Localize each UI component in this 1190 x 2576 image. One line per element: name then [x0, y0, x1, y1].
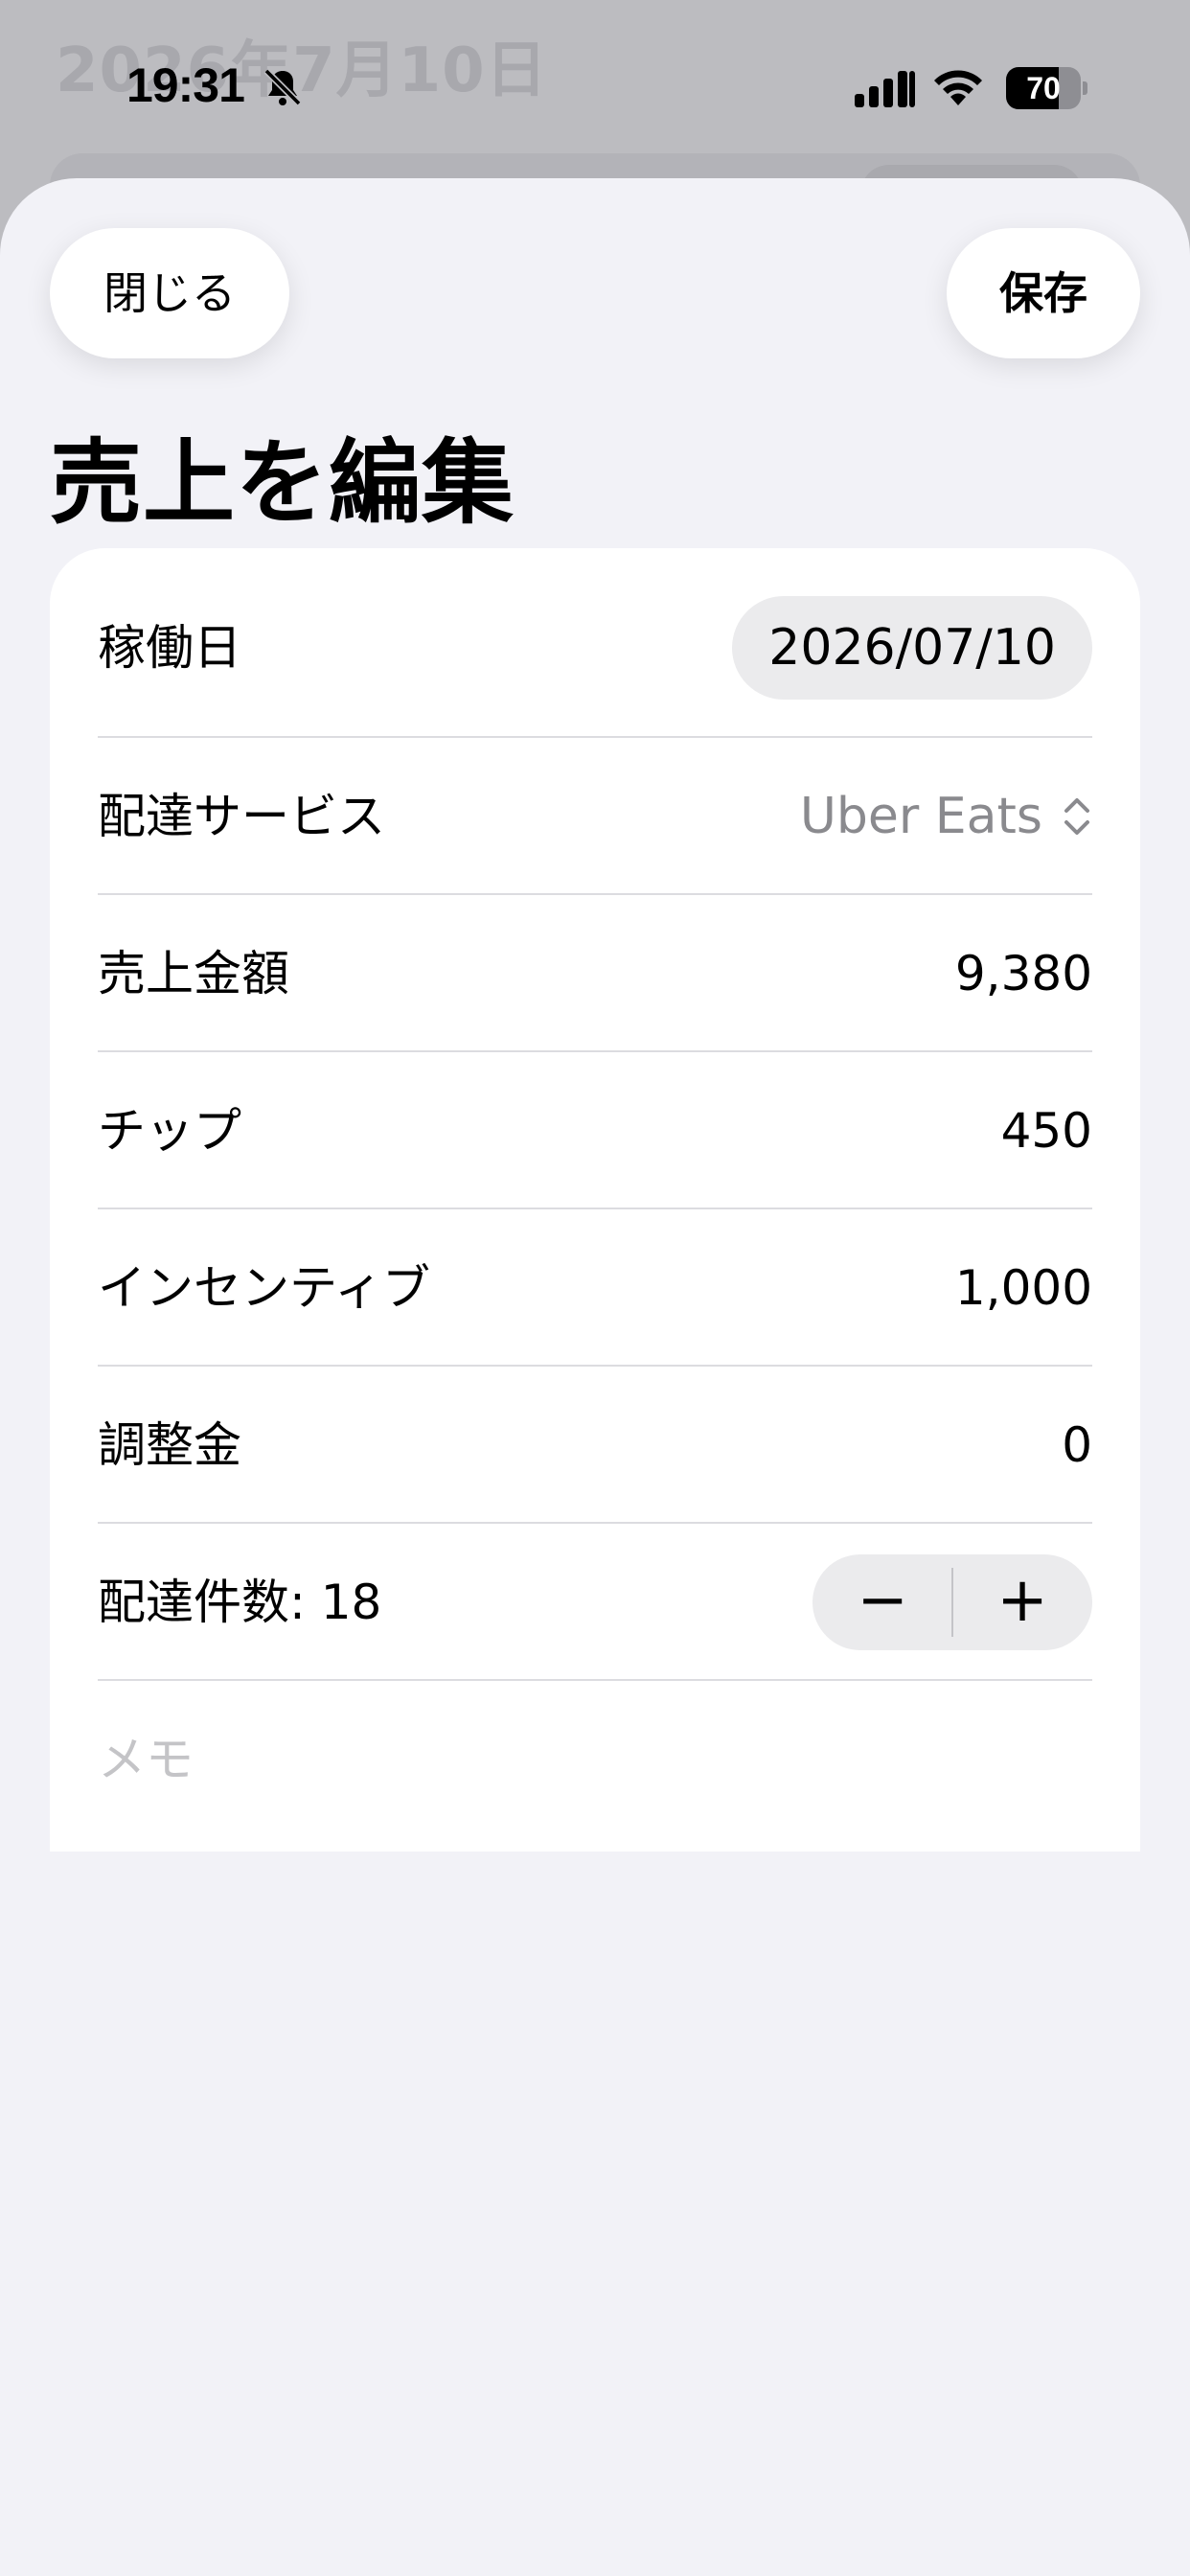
sales-amount-label: 売上金額 — [98, 946, 289, 1001]
decrement-button[interactable]: − — [812, 1554, 952, 1650]
edit-sales-sheet: 閉じる 保存 売上を編集 稼働日 2026/07/10 配達サービス Uber … — [0, 178, 1190, 2576]
bell-slash-icon — [263, 68, 302, 106]
delivery-count-stepper[interactable]: − + — [812, 1554, 1092, 1650]
sales-amount-field[interactable]: 9,380 — [955, 895, 1092, 1052]
service-label: 配達サービス — [98, 789, 385, 844]
tip-field[interactable]: 450 — [1001, 1052, 1092, 1209]
adjustment-field[interactable]: 0 — [1062, 1367, 1092, 1524]
tip-row: チップ 450 — [98, 1052, 1092, 1209]
status-time: 19:31 — [126, 58, 245, 112]
chevron-up-down-icon — [1064, 798, 1089, 835]
close-button[interactable]: 閉じる — [50, 228, 289, 358]
battery-icon: 70 — [1006, 67, 1088, 109]
adjustment-label: 調整金 — [98, 1417, 241, 1473]
incentive-row: インセンティブ 1,000 — [98, 1209, 1092, 1367]
date-label: 稼働日 — [98, 620, 241, 676]
sheet-title: 売上を編集 — [50, 429, 515, 537]
memo-field[interactable]: メモ — [98, 1681, 1092, 1838]
date-picker-button[interactable]: 2026/07/10 — [732, 596, 1092, 700]
service-row[interactable]: 配達サービス Uber Eats — [98, 738, 1092, 895]
delivery-count-row: 配達件数: 18 − + — [98, 1524, 1092, 1681]
increment-button[interactable]: + — [952, 1554, 1092, 1650]
battery-percentage: 70 — [1026, 71, 1061, 105]
wifi-icon — [934, 70, 982, 105]
sales-amount-row: 売上金額 9,380 — [98, 895, 1092, 1052]
tip-label: チップ — [98, 1103, 241, 1159]
date-row: 稼働日 2026/07/10 — [98, 558, 1092, 738]
adjustment-row: 調整金 0 — [98, 1367, 1092, 1524]
service-picker-value[interactable]: Uber Eats — [800, 738, 1042, 895]
save-button[interactable]: 保存 — [947, 228, 1140, 358]
form-card: 稼働日 2026/07/10 配達サービス Uber Eats 売上金額 9,3… — [50, 548, 1140, 1852]
cellular-signal-icon — [855, 71, 915, 107]
incentive-label: インセンティブ — [98, 1260, 430, 1316]
delivery-count-label: 配達件数: 18 — [98, 1575, 382, 1630]
incentive-field[interactable]: 1,000 — [955, 1209, 1092, 1367]
